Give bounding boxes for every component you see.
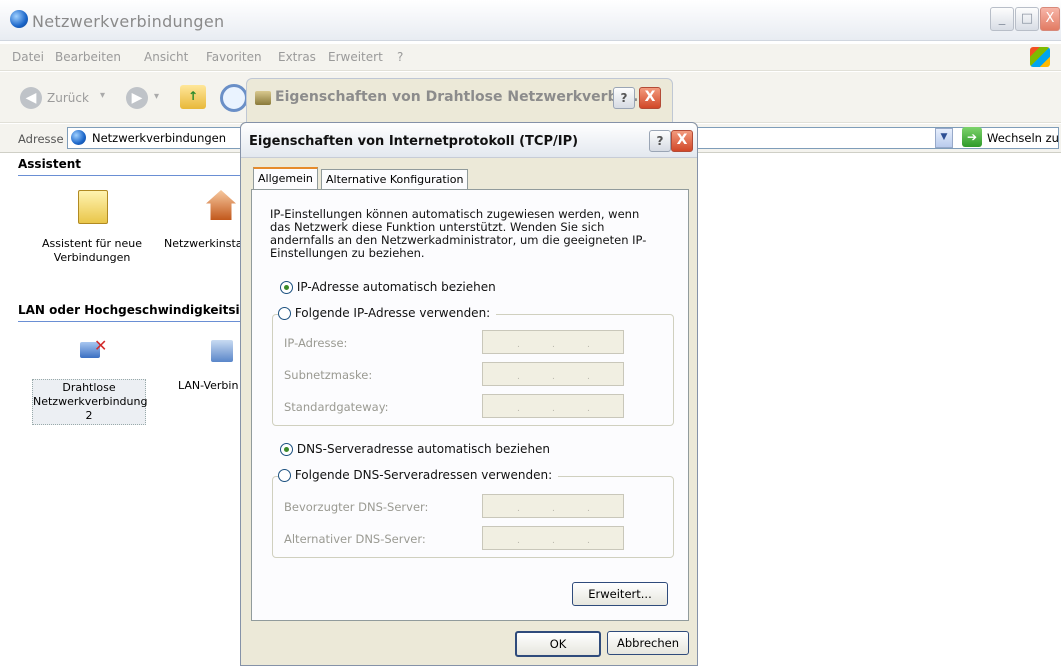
maximize-button[interactable]: □ [1015,7,1039,31]
window-title: Netzwerkverbindungen [32,12,225,31]
alternate-dns-field: ... [482,526,624,550]
ip-dot: . [517,536,520,546]
ip-manual-option[interactable]: Folgende IP-Adresse verwenden: [278,306,497,320]
ip-dot: . [552,404,555,414]
ip-dot: . [552,372,555,382]
back-button[interactable]: ◀ Zurück ▾ [20,85,120,111]
icon-label-netzwerkinstallation[interactable]: Netzwerkinsta [164,237,244,251]
dns-auto-option[interactable]: DNS-Serveradresse automatisch beziehen [280,442,550,456]
subnet-mask-field: ... [482,362,624,386]
go-arrow-icon[interactable]: ➔ [962,127,982,147]
ip-auto-radio[interactable] [280,281,293,294]
ip-settings-description: IP-Einstellungen können automatisch zuge… [270,207,647,260]
wireless-connection-icon[interactable]: ✕ [76,336,108,368]
subnet-mask-label: Subnetzmaske: [284,368,373,382]
ok-button[interactable]: OK [515,631,601,657]
menu-bearbeiten[interactable]: Bearbeiten [55,50,121,64]
icon-label-lan[interactable]: LAN-Verbin [178,379,248,393]
general-tab-panel: IP-Einstellungen können automatisch zuge… [251,189,689,621]
close-button[interactable]: X [1040,7,1060,31]
menu-extras[interactable]: Extras [278,50,316,64]
menu-datei[interactable]: Datei [12,50,44,64]
group-title-assistent: Assistent [18,157,81,171]
back-arrow-icon: ◀ [20,87,42,109]
dns-manual-radio[interactable] [278,469,291,482]
gateway-field: ... [482,394,624,418]
ip-manual-label: Folgende IP-Adresse verwenden: [294,306,491,320]
menu-bar: Datei Bearbeiten Ansicht Favoriten Extra… [0,44,1061,71]
ip-dot: . [517,372,520,382]
back-dialog-close-button[interactable]: X [639,87,661,109]
dns-manual-option[interactable]: Folgende DNS-Serveradressen verwenden: [278,468,559,482]
back-dropdown-icon: ▾ [100,90,106,101]
go-button-label[interactable]: Wechseln zu [987,131,1059,145]
ip-dot: . [587,536,590,546]
ip-dot: . [587,404,590,414]
tcpip-properties-dialog: Eigenschaften von Internetprotokoll (TCP… [240,122,698,666]
back-label: Zurück [47,91,89,105]
explorer-title-bar: Netzwerkverbindungen _ □ X [0,0,1061,41]
icon-label-assistent[interactable]: Assistent für neue Verbindungen [32,237,152,265]
windows-logo-icon [1030,47,1050,67]
group-separator [18,175,240,176]
ip-dot: . [587,372,590,382]
ip-dot: . [587,504,590,514]
group-title-lan: LAN oder Hochgeschwindigkeitsi [18,303,240,317]
address-value: Netzwerkverbindungen [92,131,227,145]
menu-favoriten[interactable]: Favoriten [206,50,262,64]
cancel-button[interactable]: Abbrechen [607,631,689,655]
dns-auto-radio[interactable] [280,443,293,456]
ip-dot: . [517,340,520,350]
dialog-title: Eigenschaften von Internetprotokoll (TCP… [249,134,579,149]
ip-dot: . [552,504,555,514]
menu-erweitert[interactable]: Erweitert [328,50,383,64]
dialog-help-button[interactable]: ? [649,130,671,152]
tab-alternative-konfiguration[interactable]: Alternative Konfiguration [321,169,469,190]
dialog-close-button[interactable]: X [671,130,693,152]
dns-manual-label: Folgende DNS-Serveradressen verwenden: [294,468,553,482]
icon-label-drahtlose[interactable]: Drahtlose Netzwerkverbindung 2 [32,379,147,425]
ip-auto-option[interactable]: IP-Adresse automatisch beziehen [280,280,496,294]
disconnected-x-icon: ✕ [94,336,108,355]
new-connection-wizard-icon[interactable] [78,190,108,224]
ip-address-field: ... [482,330,624,354]
dns-auto-label: DNS-Serveradresse automatisch beziehen [296,442,551,456]
address-globe-icon [71,130,86,145]
address-label: Adresse [18,132,64,146]
ip-manual-radio[interactable] [278,307,291,320]
content-pane: Assistent Assistent für neue Verbindunge… [0,153,243,664]
address-dropdown-button[interactable]: ▼ [935,128,953,148]
tab-allgemein[interactable]: Allgemein [253,167,318,191]
ip-dot: . [587,340,590,350]
preferred-dns-label: Bevorzugter DNS-Server: [284,500,429,514]
folder-up-icon[interactable]: ↑ [180,85,206,109]
gateway-label: Standardgateway: [284,400,389,414]
lan-computer-icon [211,340,233,362]
forward-arrow-icon: ▶ [126,87,148,109]
dialog-title-bar: Eigenschaften von Internetprotokoll (TCP… [241,123,697,158]
forward-button[interactable]: ▶ ▾ [126,87,166,113]
search-icon[interactable] [220,84,248,112]
ip-auto-label: IP-Adresse automatisch beziehen [296,280,496,294]
ip-dot: . [517,504,520,514]
forward-dropdown-icon: ▾ [154,91,160,102]
alternate-dns-label: Alternativer DNS-Server: [284,532,426,546]
ip-dot: . [552,340,555,350]
back-dialog-title: Eigenschaften von Drahtlose Netzwerkverb… [275,89,639,105]
back-dialog-help-button[interactable]: ? [613,87,635,109]
minimize-button[interactable]: _ [990,7,1014,31]
menu-ansicht[interactable]: Ansicht [144,50,188,64]
preferred-dns-field: ... [482,494,624,518]
lan-connection-icon[interactable] [207,338,237,368]
network-adapter-icon [255,91,271,105]
network-connections-icon [10,10,28,28]
wireless-properties-dialog: Eigenschaften von Drahtlose Netzwerkverb… [246,78,673,126]
advanced-button[interactable]: Erweitert... [572,582,668,606]
ip-address-label: IP-Adresse: [284,336,348,350]
ip-dot: . [517,404,520,414]
ip-dot: . [552,536,555,546]
menu-help[interactable]: ? [397,50,403,64]
network-setup-icon[interactable] [206,190,236,220]
group-separator [18,321,240,322]
